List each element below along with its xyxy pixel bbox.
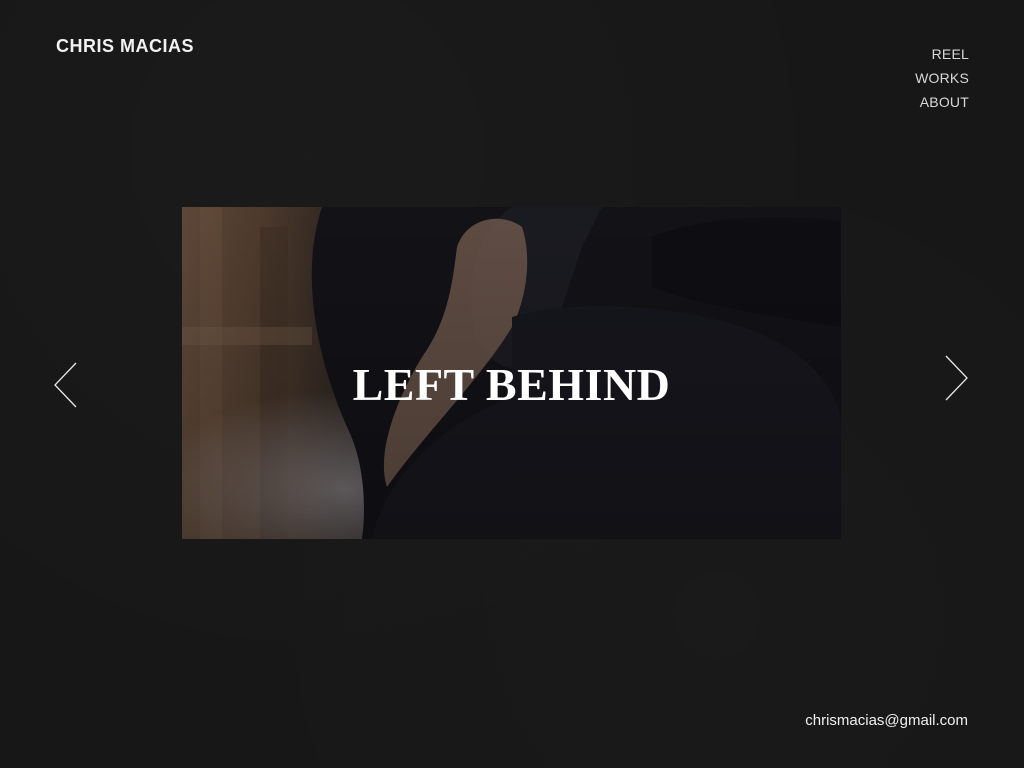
page: CHRIS MACIAS REEL WORKS ABOUT LEFT BEHIN… [0,0,1024,768]
main-nav: REEL WORKS ABOUT [915,45,969,111]
contact-email-link[interactable]: chrismacias@gmail.com [805,712,968,729]
chevron-right-icon [945,355,968,401]
slide-title: LEFT BEHIND [352,359,671,410]
prev-slide-button[interactable] [52,361,82,411]
site-title[interactable]: CHRIS MACIAS [56,36,194,57]
nav-link-reel[interactable]: REEL [932,45,969,63]
next-slide-button[interactable] [940,354,970,404]
nav-link-about[interactable]: ABOUT [920,93,969,111]
nav-link-works[interactable]: WORKS [915,69,969,87]
featured-slide[interactable]: LEFT BEHIND [182,207,841,539]
chevron-left-icon [54,362,77,408]
